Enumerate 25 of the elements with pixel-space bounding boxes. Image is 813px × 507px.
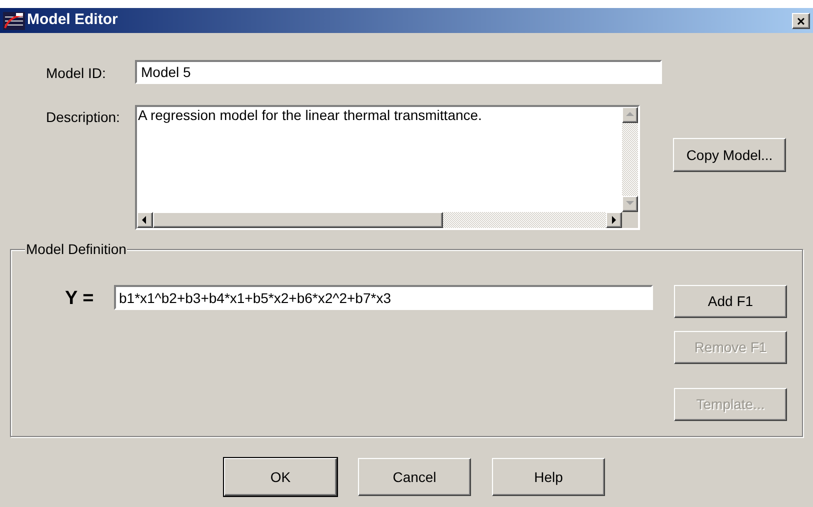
close-button[interactable]: × <box>792 12 810 28</box>
description-field[interactable]: A regression model for the linear thermal transmittance. <box>135 105 640 230</box>
equation-label: Y = <box>64 287 95 311</box>
button[interactable]: Copy Model... <box>673 138 786 172</box>
right-arrow-icon <box>609 215 619 225</box>
scroll-arrow-button[interactable] <box>137 212 153 228</box>
button[interactable]: Help <box>492 458 605 496</box>
description-text: A regression model for the linear thermal transmittance. <box>137 107 483 125</box>
group-title: Model Definition <box>25 241 128 257</box>
scroll-arrow-button[interactable] <box>622 196 638 212</box>
scroll-thumb[interactable] <box>153 212 443 228</box>
field-label: Description: <box>45 108 121 127</box>
horizontal-scrollbar[interactable] <box>137 212 622 228</box>
scroll-arrow-button[interactable] <box>622 107 638 123</box>
button[interactable]: OK <box>224 458 337 496</box>
chart-icon <box>3 12 25 30</box>
button[interactable]: Cancel <box>358 458 471 496</box>
scroll-arrow-button[interactable] <box>606 212 622 228</box>
vertical-scrollbar[interactable] <box>622 107 638 212</box>
equation-field[interactable]: b1*x1^b2+b3+b4*x1+b5*x2+b6*x2^2+b7*x3 <box>114 285 653 310</box>
button[interactable]: Add F1 <box>674 285 787 318</box>
field-label: Model ID: <box>45 64 107 83</box>
window-title: Model Editor <box>27 10 118 30</box>
model-id-field[interactable]: Model 5 <box>135 60 662 84</box>
scrollbar-corner <box>622 212 638 228</box>
